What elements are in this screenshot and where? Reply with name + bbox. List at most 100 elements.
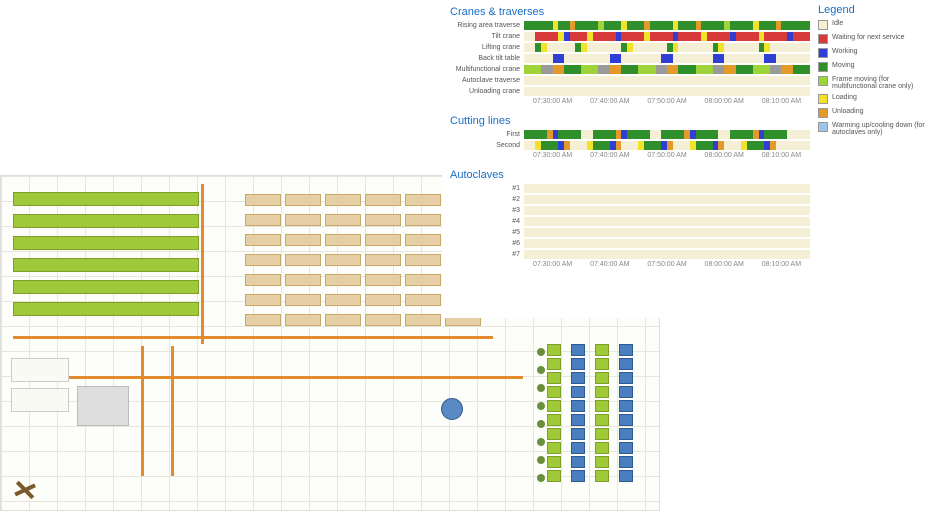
gantt-segment <box>541 65 552 74</box>
outbound-slot <box>619 372 633 384</box>
outbound-slot <box>571 400 585 412</box>
outbound-slot <box>619 344 633 356</box>
rack-slot <box>365 254 401 266</box>
tree-icon <box>537 474 545 482</box>
autoclave-row: #6 <box>450 238 810 248</box>
equip-box-3 <box>77 386 129 426</box>
outbound-slot <box>595 470 609 482</box>
gantt-segment <box>793 65 810 74</box>
xaxis-tick: 07:50:00 AM <box>638 261 695 268</box>
crane-row: Autoclave traverse <box>450 75 810 85</box>
legend-swatch <box>818 76 828 86</box>
cranes-title: Cranes & traverses <box>450 6 810 18</box>
outbound-slot <box>571 344 585 356</box>
xaxis-tick: 07:40:00 AM <box>581 98 638 105</box>
gantt-segment <box>621 54 661 63</box>
gantt-segment <box>770 43 810 52</box>
gantt-segment <box>753 65 770 74</box>
process-unit-circle <box>441 398 463 420</box>
legend-swatch <box>818 122 828 132</box>
outbound-slot <box>619 386 633 398</box>
autoclave-row: #7 <box>450 249 810 259</box>
rack-slot <box>285 234 321 246</box>
outbound-slot <box>547 344 561 356</box>
gantt-segment <box>587 43 621 52</box>
gantt-segment <box>524 21 553 30</box>
autoclaves-xaxis: 07:30:00 AM07:40:00 AM07:50:00 AM08:00:0… <box>524 261 810 268</box>
rack-slot <box>245 294 281 306</box>
gantt-segment <box>524 250 810 259</box>
cutting-bar <box>524 130 810 139</box>
gantt-segment <box>524 65 541 74</box>
gantt-segment <box>581 130 592 139</box>
chart-panel: Legend IdleWaiting for next serviceWorki… <box>442 0 932 318</box>
gantt-segment <box>701 21 724 30</box>
crane-row: Back tilt table <box>450 53 810 63</box>
rack-slot <box>365 194 401 206</box>
autoclave-row: #5 <box>450 227 810 237</box>
autoclave-label: #3 <box>450 207 524 214</box>
autoclave-bar <box>524 250 810 259</box>
gantt-segment <box>627 21 644 30</box>
gantt-segment <box>564 65 581 74</box>
crane-label: Rising area traverse <box>450 22 524 29</box>
rack-slot <box>285 294 321 306</box>
gantt-segment <box>604 21 621 30</box>
gantt-segment <box>650 130 661 139</box>
crane-bar <box>524 21 810 30</box>
outbound-slot <box>547 358 561 370</box>
autoclave-row: #4 <box>450 216 810 226</box>
rack-slot <box>245 254 281 266</box>
gantt-segment <box>736 32 759 41</box>
autoclave-label: #4 <box>450 218 524 225</box>
gantt-segment <box>730 130 753 139</box>
rack-slot <box>325 194 361 206</box>
autoclave-label: #6 <box>450 240 524 247</box>
gantt-segment <box>764 54 775 63</box>
gantt-segment <box>541 141 558 150</box>
gantt-segment <box>598 65 609 74</box>
outbound-slot <box>595 372 609 384</box>
rack-slot <box>365 234 401 246</box>
rack-slot <box>405 294 441 306</box>
rack-slot <box>245 194 281 206</box>
gantt-segment <box>638 65 655 74</box>
gantt-segment <box>524 54 553 63</box>
outbound-slot <box>547 400 561 412</box>
tree-icon <box>537 402 545 410</box>
gantt-segment <box>747 141 764 150</box>
storage-lane <box>13 192 199 206</box>
cutting-label: Second <box>450 142 524 149</box>
gantt-segment <box>667 65 678 74</box>
crane-label: Multifunctional crane <box>450 66 524 73</box>
xaxis-tick: 07:30:00 AM <box>524 152 581 159</box>
cutting-title: Cutting lines <box>450 115 810 127</box>
cutting-row: First <box>450 129 810 139</box>
gantt-segment <box>730 21 753 30</box>
outbound-slot <box>547 470 561 482</box>
gantt-segment <box>553 65 564 74</box>
crane-bar <box>524 43 810 52</box>
gantt-segment <box>759 21 776 30</box>
storage-lane <box>13 236 199 250</box>
gantt-segment <box>524 43 535 52</box>
rack-slot <box>245 314 281 326</box>
gantt-segment <box>713 65 724 74</box>
gantt-segment <box>770 65 781 74</box>
tree-icon <box>537 420 545 428</box>
xaxis-tick: 07:40:00 AM <box>581 261 638 268</box>
tree-icon <box>537 348 545 356</box>
rack-slot <box>245 214 281 226</box>
gantt-segment <box>724 43 758 52</box>
gantt-segment <box>736 65 753 74</box>
outbound-slot <box>571 358 585 370</box>
gantt-segment <box>581 65 598 74</box>
equip-box-2 <box>11 388 69 412</box>
legend-swatch <box>818 20 828 30</box>
transfer-line-h1 <box>13 336 493 339</box>
xaxis-tick: 07:50:00 AM <box>638 152 695 159</box>
gantt-segment <box>724 141 741 150</box>
legend: Legend IdleWaiting for next serviceWorki… <box>818 4 928 140</box>
equip-box-1 <box>11 358 69 382</box>
gantt-segment <box>524 195 810 204</box>
